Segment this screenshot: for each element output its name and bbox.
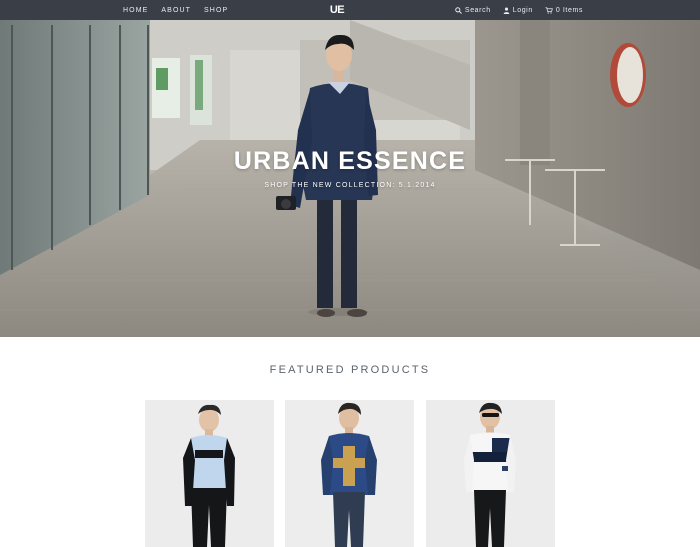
hero-banner: URBAN ESSENCE SHOP THE NEW COLLECTION: 5…: [0, 20, 700, 337]
login-link[interactable]: Login: [503, 7, 533, 14]
product-card-2[interactable]: [285, 400, 414, 547]
cart-link[interactable]: 0 Items: [545, 7, 583, 14]
nav-link-home[interactable]: HOME: [123, 7, 148, 14]
product-image-1: [145, 400, 274, 547]
hero-title: URBAN ESSENCE: [233, 147, 467, 175]
utility-nav: Search Login 0 Items: [443, 0, 583, 20]
user-icon: [503, 7, 510, 14]
site-logo[interactable]: UE: [329, 3, 345, 17]
product-card-1[interactable]: [145, 400, 274, 547]
top-navbar: HOME ABOUT SHOP UE Search Login 0 Items: [0, 0, 700, 20]
featured-products-heading: FEATURED PRODUCTS: [269, 364, 431, 376]
primary-nav: HOME ABOUT SHOP: [123, 0, 241, 20]
product-image-3: [426, 400, 555, 547]
hero-photo: [0, 20, 700, 337]
cart-icon: [545, 6, 553, 14]
login-label: Login: [512, 6, 533, 14]
cart-label: 0 Items: [555, 6, 583, 14]
product-image-2: [285, 400, 414, 547]
nav-link-shop[interactable]: SHOP: [204, 7, 228, 14]
search-link[interactable]: Search: [455, 7, 491, 14]
search-icon: [455, 6, 462, 14]
hero-subtitle-link[interactable]: SHOP THE NEW COLLECTION: 5.1.2014: [0, 182, 700, 189]
nav-link-about[interactable]: ABOUT: [161, 7, 191, 14]
search-label: Search: [464, 6, 491, 14]
product-card-3[interactable]: [426, 400, 555, 547]
